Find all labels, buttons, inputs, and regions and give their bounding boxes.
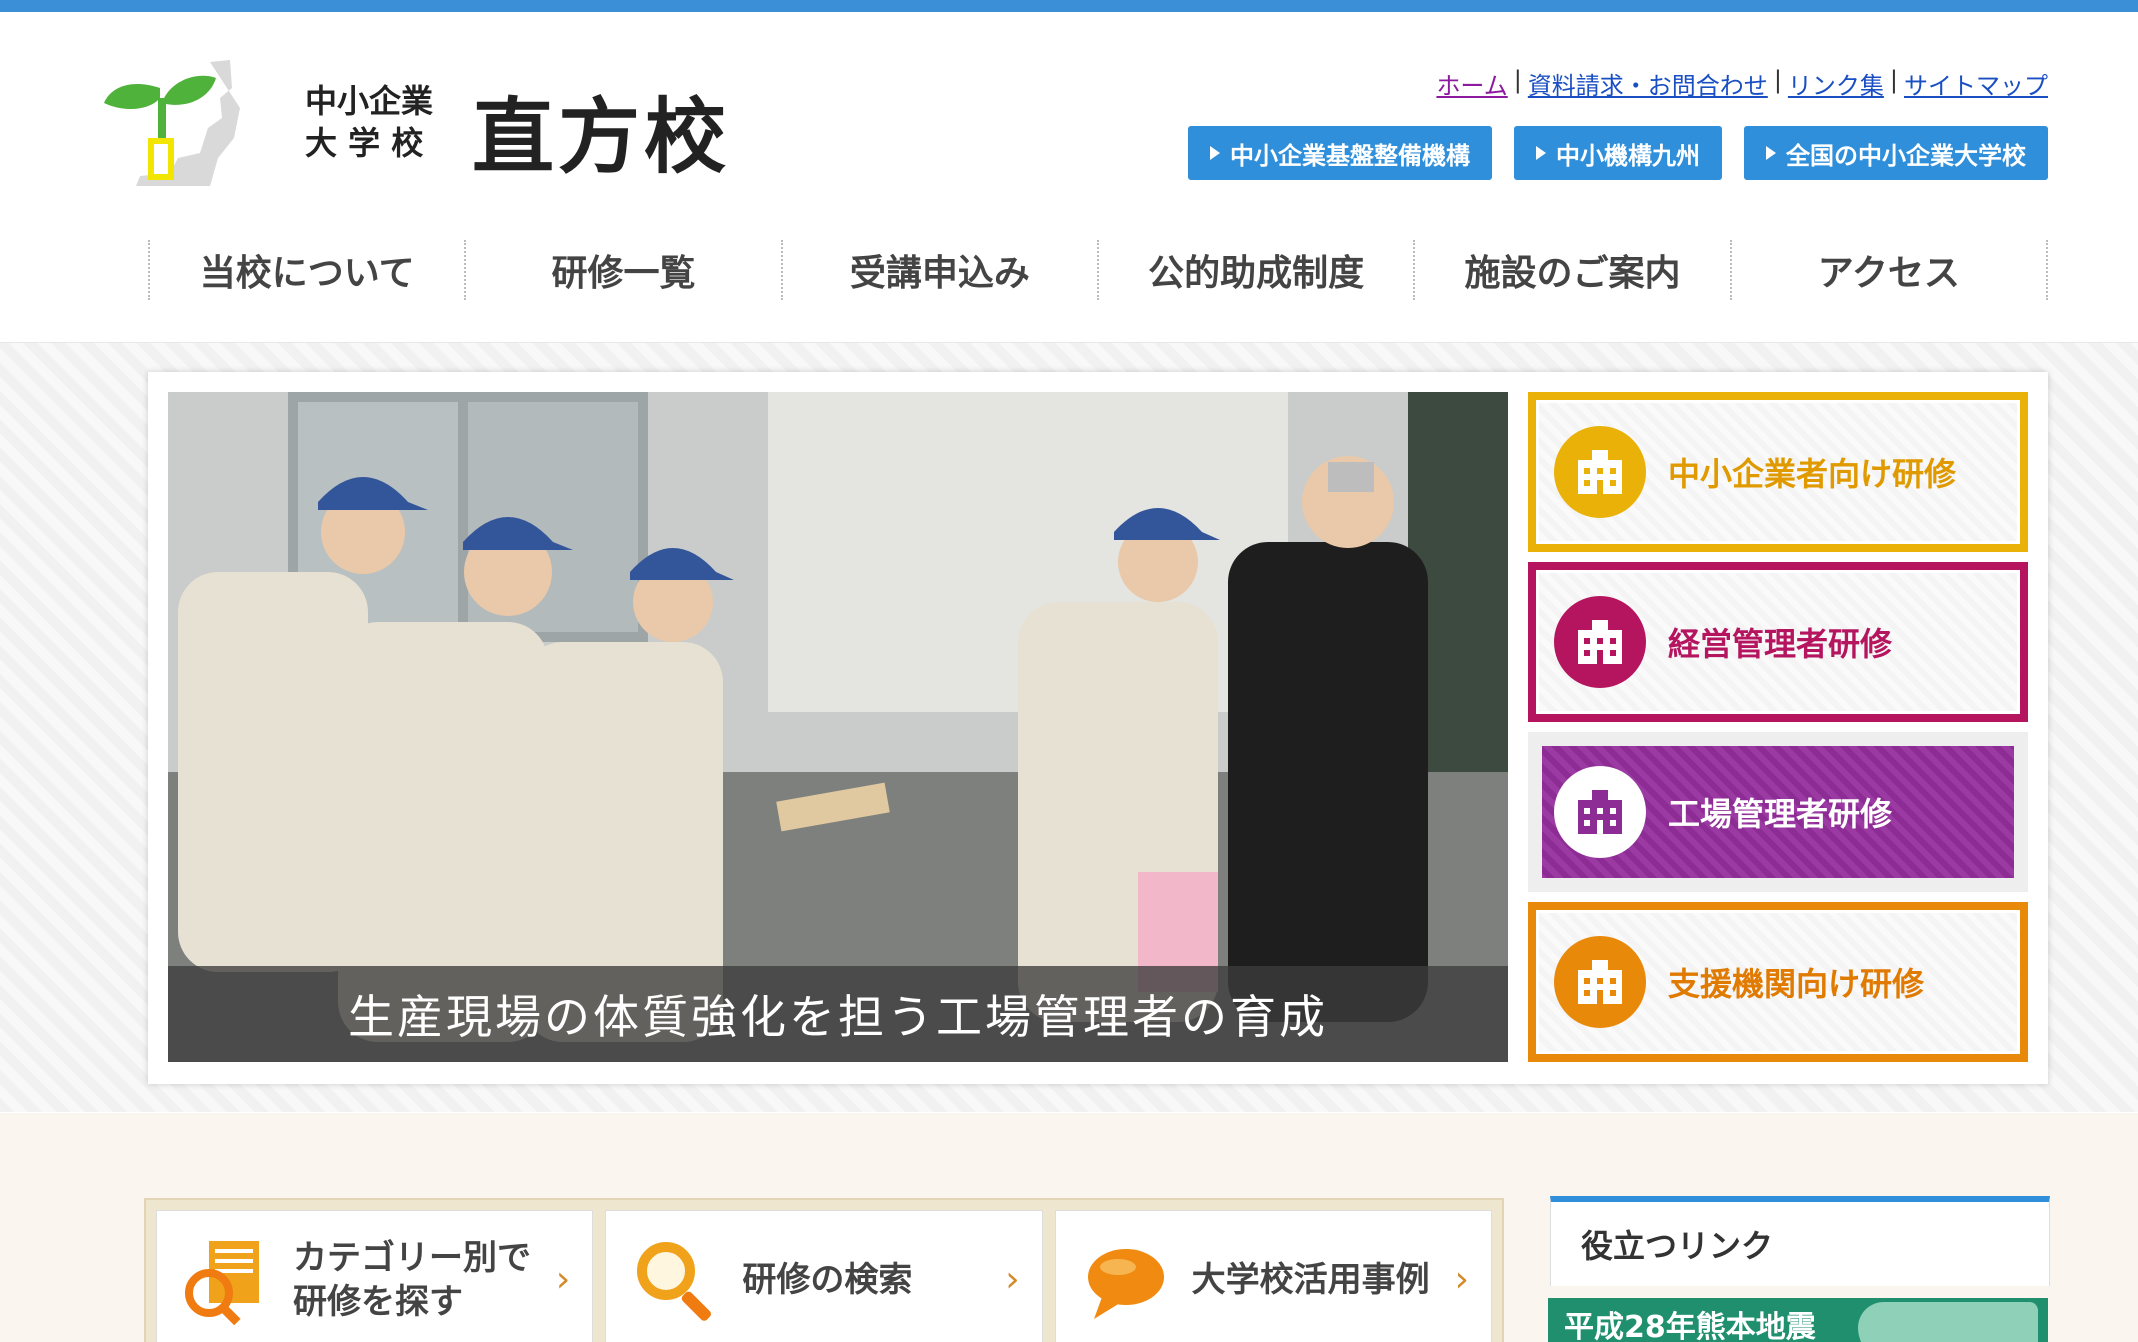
building-icon: [1554, 936, 1646, 1028]
building-icon: [1554, 426, 1646, 518]
separator: |: [1889, 66, 1898, 94]
logo-school-name: 直方校: [472, 90, 731, 185]
training-button-factory[interactable]: 工場管理者研修: [1528, 732, 2028, 892]
hero-section: 生産現場の体質強化を担う工場管理者の育成 中小企業者向け研修 経営管理者研修 工…: [148, 372, 2048, 1084]
workers-photo-illustration: [168, 392, 1508, 1062]
util-link-links[interactable]: リンク集: [1788, 66, 1884, 101]
triangle-right-icon: [1766, 146, 1776, 160]
nav-item-apply[interactable]: 受講申込み: [780, 240, 1097, 300]
org-button-kyushu[interactable]: 中小機構九州: [1514, 126, 1722, 180]
building-icon: [1554, 596, 1646, 688]
building-icon: [1554, 766, 1646, 858]
chevron-right-icon: ›: [555, 1259, 571, 1300]
chevron-right-icon: ›: [1005, 1259, 1020, 1300]
nav-item-subsidy[interactable]: 公的助成制度: [1096, 240, 1413, 300]
separator: |: [1773, 66, 1782, 94]
triangle-right-icon: [1536, 146, 1546, 160]
top-accent-bar: [0, 0, 2138, 12]
util-link-home[interactable]: ホーム: [1436, 66, 1507, 101]
training-button-sme[interactable]: 中小企業者向け研修: [1528, 392, 2028, 552]
useful-links-heading: 役立つリンク: [1550, 1196, 2050, 1286]
nav-item-access[interactable]: アクセス: [1729, 240, 2048, 300]
global-nav: 当校について 研修一覧 受講申込み 公的助成制度 施設のご案内 アクセス: [148, 240, 2048, 300]
training-button-management[interactable]: 経営管理者研修: [1528, 562, 2028, 722]
logo-text-small: 中小企業 大 学 校: [305, 82, 434, 162]
hero-caption: 生産現場の体質強化を担う工場管理者の育成: [168, 966, 1508, 1062]
document-search-icon: [181, 1235, 271, 1326]
card-course-search[interactable]: 研修の検索 ›: [605, 1210, 1043, 1342]
training-button-support-org[interactable]: 支援機関向け研修: [1528, 902, 2028, 1062]
utility-links: ホーム | 資料請求・お問合わせ | リンク集 | サイトマップ: [1436, 66, 2048, 101]
nav-item-facilities[interactable]: 施設のご案内: [1413, 240, 1729, 300]
chevron-right-icon: ›: [1454, 1259, 1469, 1300]
kumamoto-earthquake-banner[interactable]: 平成28年熊本地震: [1548, 1298, 2048, 1342]
nav-item-courses[interactable]: 研修一覧: [464, 240, 780, 300]
org-button-all-schools[interactable]: 全国の中小企業大学校: [1744, 126, 2048, 180]
site-logo[interactable]: 中小企業 大 学 校 直方校: [100, 58, 740, 188]
sprout-japan-map-icon: [104, 60, 240, 186]
speech-bubble-icon: [1080, 1235, 1170, 1325]
training-category-buttons: 中小企業者向け研修 経営管理者研修 工場管理者研修 支援機関向け研修: [1528, 392, 2028, 1072]
nav-item-about[interactable]: 当校について: [148, 240, 464, 300]
util-link-sitemap[interactable]: サイトマップ: [1904, 66, 2048, 101]
organization-buttons: 中小企業基盤整備機構 中小機構九州 全国の中小企業大学校: [1188, 126, 2048, 180]
util-link-request[interactable]: 資料請求・お問合わせ: [1528, 66, 1768, 101]
org-button-smrj[interactable]: 中小企業基盤整備機構: [1188, 126, 1492, 180]
feature-cards: カテゴリー別で 研修を探す › 研修の検索 › 大学校活用事例 ›: [144, 1198, 1504, 1342]
hero-photo[interactable]: 生産現場の体質強化を担う工場管理者の育成: [168, 392, 1508, 1062]
triangle-right-icon: [1210, 146, 1220, 160]
card-use-cases[interactable]: 大学校活用事例 ›: [1054, 1210, 1492, 1342]
card-category-search[interactable]: カテゴリー別で 研修を探す ›: [156, 1210, 594, 1342]
magnifier-icon: [630, 1235, 720, 1325]
separator: |: [1513, 66, 1522, 94]
map-illustration: [1858, 1302, 2038, 1342]
